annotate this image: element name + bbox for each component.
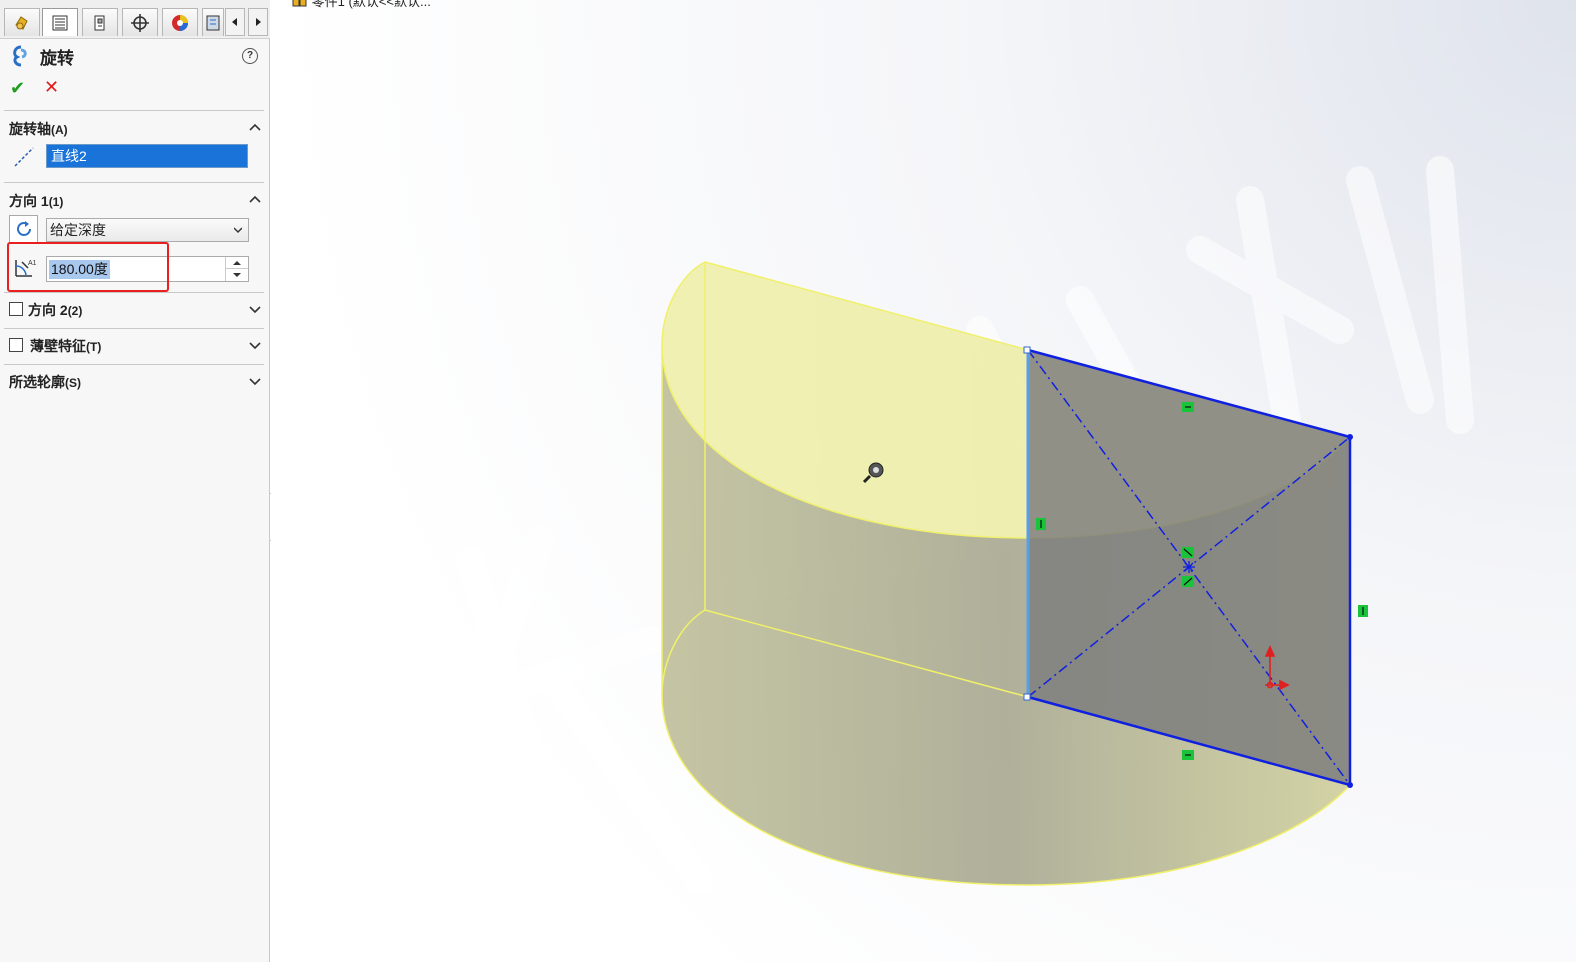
dimxpert-icon (131, 13, 149, 32)
chevron-right-icon (256, 18, 261, 26)
sketch-vertex[interactable] (1347, 434, 1353, 440)
group-selected-contours-title: 所选轮廓 (9, 374, 65, 390)
property-manager-panel: 旋转 ? ✔ ✕ 旋转轴(A) 直线2 方向 1(1) 给定深度 A1 180.… (0, 0, 270, 962)
annotation-highlight-box (7, 242, 169, 292)
chevron-down-icon[interactable] (248, 338, 262, 352)
end-condition-value: 给定深度 (50, 222, 106, 238)
end-condition-select[interactable]: 给定深度 (46, 218, 249, 242)
group-selected-contours-header[interactable]: 所选轮廓(S) (9, 372, 81, 392)
group-direction2-title: 方向 2 (28, 302, 68, 318)
tab-property-manager[interactable] (42, 8, 78, 36)
graphics-viewport[interactable] (271, 0, 1576, 962)
cancel-button[interactable]: ✕ (44, 77, 59, 98)
axis-line-icon (14, 147, 34, 167)
group-thin-feature-header[interactable]: 薄壁特征(T) (30, 336, 101, 356)
group-axis-title: 旋转轴 (9, 121, 51, 137)
divider (4, 182, 264, 183)
feature-title: 旋转 (40, 48, 74, 68)
revolve-icon (13, 45, 27, 67)
divider (4, 328, 264, 329)
divider (4, 110, 264, 111)
group-thin-feature-shortcut: (T) (86, 340, 102, 354)
document-title-text: 零件1 (默认<<默认... (311, 0, 431, 9)
chevron-down-icon (234, 227, 242, 233)
part-icon (292, 0, 307, 7)
sketch-vertex[interactable] (1347, 782, 1353, 788)
tab-configuration-manager[interactable] (82, 8, 118, 36)
ok-button[interactable]: ✔ (10, 78, 25, 99)
configuration-manager-icon (94, 15, 105, 30)
feature-manager-icon (15, 15, 28, 30)
divider (4, 364, 264, 365)
group-direction2-shortcut: (2) (67, 304, 83, 318)
group-direction1-header[interactable]: 方向 1(1) (9, 191, 63, 211)
group-direction2-header[interactable]: 方向 2(2) (28, 300, 82, 320)
divider (4, 292, 264, 293)
tab-scroll-left-button[interactable] (225, 8, 245, 36)
tab-feature-manager[interactable] (4, 8, 40, 36)
property-manager-icon (52, 15, 68, 30)
spin-up-icon (233, 260, 241, 265)
viewport-canvas (271, 0, 1576, 962)
spin-up-button[interactable] (226, 257, 248, 269)
feature-title-row: 旋转 ? (10, 42, 262, 70)
group-thin-feature-title: 薄壁特征 (30, 338, 86, 354)
tab-display-manager[interactable] (162, 8, 198, 36)
chevron-down-icon[interactable] (248, 302, 262, 316)
sketch-vertex[interactable] (1023, 346, 1031, 354)
help-icon[interactable]: ? (242, 48, 258, 64)
display-manager-icon (172, 14, 188, 31)
chevron-left-icon (232, 18, 237, 26)
tab-cam-manager[interactable] (202, 8, 224, 36)
chevron-up-icon[interactable] (248, 193, 262, 207)
reverse-direction-icon (16, 221, 31, 236)
axis-selection-field[interactable]: 直线2 (46, 144, 248, 168)
direction2-checkbox[interactable] (9, 302, 23, 316)
spin-down-button[interactable] (226, 269, 248, 280)
group-axis-header[interactable]: 旋转轴(A) (9, 119, 68, 139)
cam-icon (206, 15, 220, 30)
group-axis-shortcut: (A) (51, 123, 68, 137)
group-direction1-shortcut: (1) (48, 195, 64, 209)
sketch-vertex[interactable] (1023, 693, 1031, 701)
group-direction1-title: 方向 1 (9, 193, 49, 209)
reverse-direction-button[interactable] (9, 215, 38, 243)
spin-down-icon (233, 272, 241, 277)
document-title: 零件1 (默认<<默认... (292, 0, 431, 10)
group-selected-contours-shortcut: (S) (65, 376, 81, 390)
tab-dimxpert-manager[interactable] (122, 8, 158, 36)
manager-tab-bar (0, 0, 270, 39)
chevron-up-icon[interactable] (248, 121, 262, 135)
thin-feature-checkbox[interactable] (9, 338, 23, 352)
tab-scroll-right-button[interactable] (248, 8, 268, 36)
chevron-down-icon[interactable] (248, 374, 262, 388)
angle-spinner[interactable] (225, 257, 248, 281)
